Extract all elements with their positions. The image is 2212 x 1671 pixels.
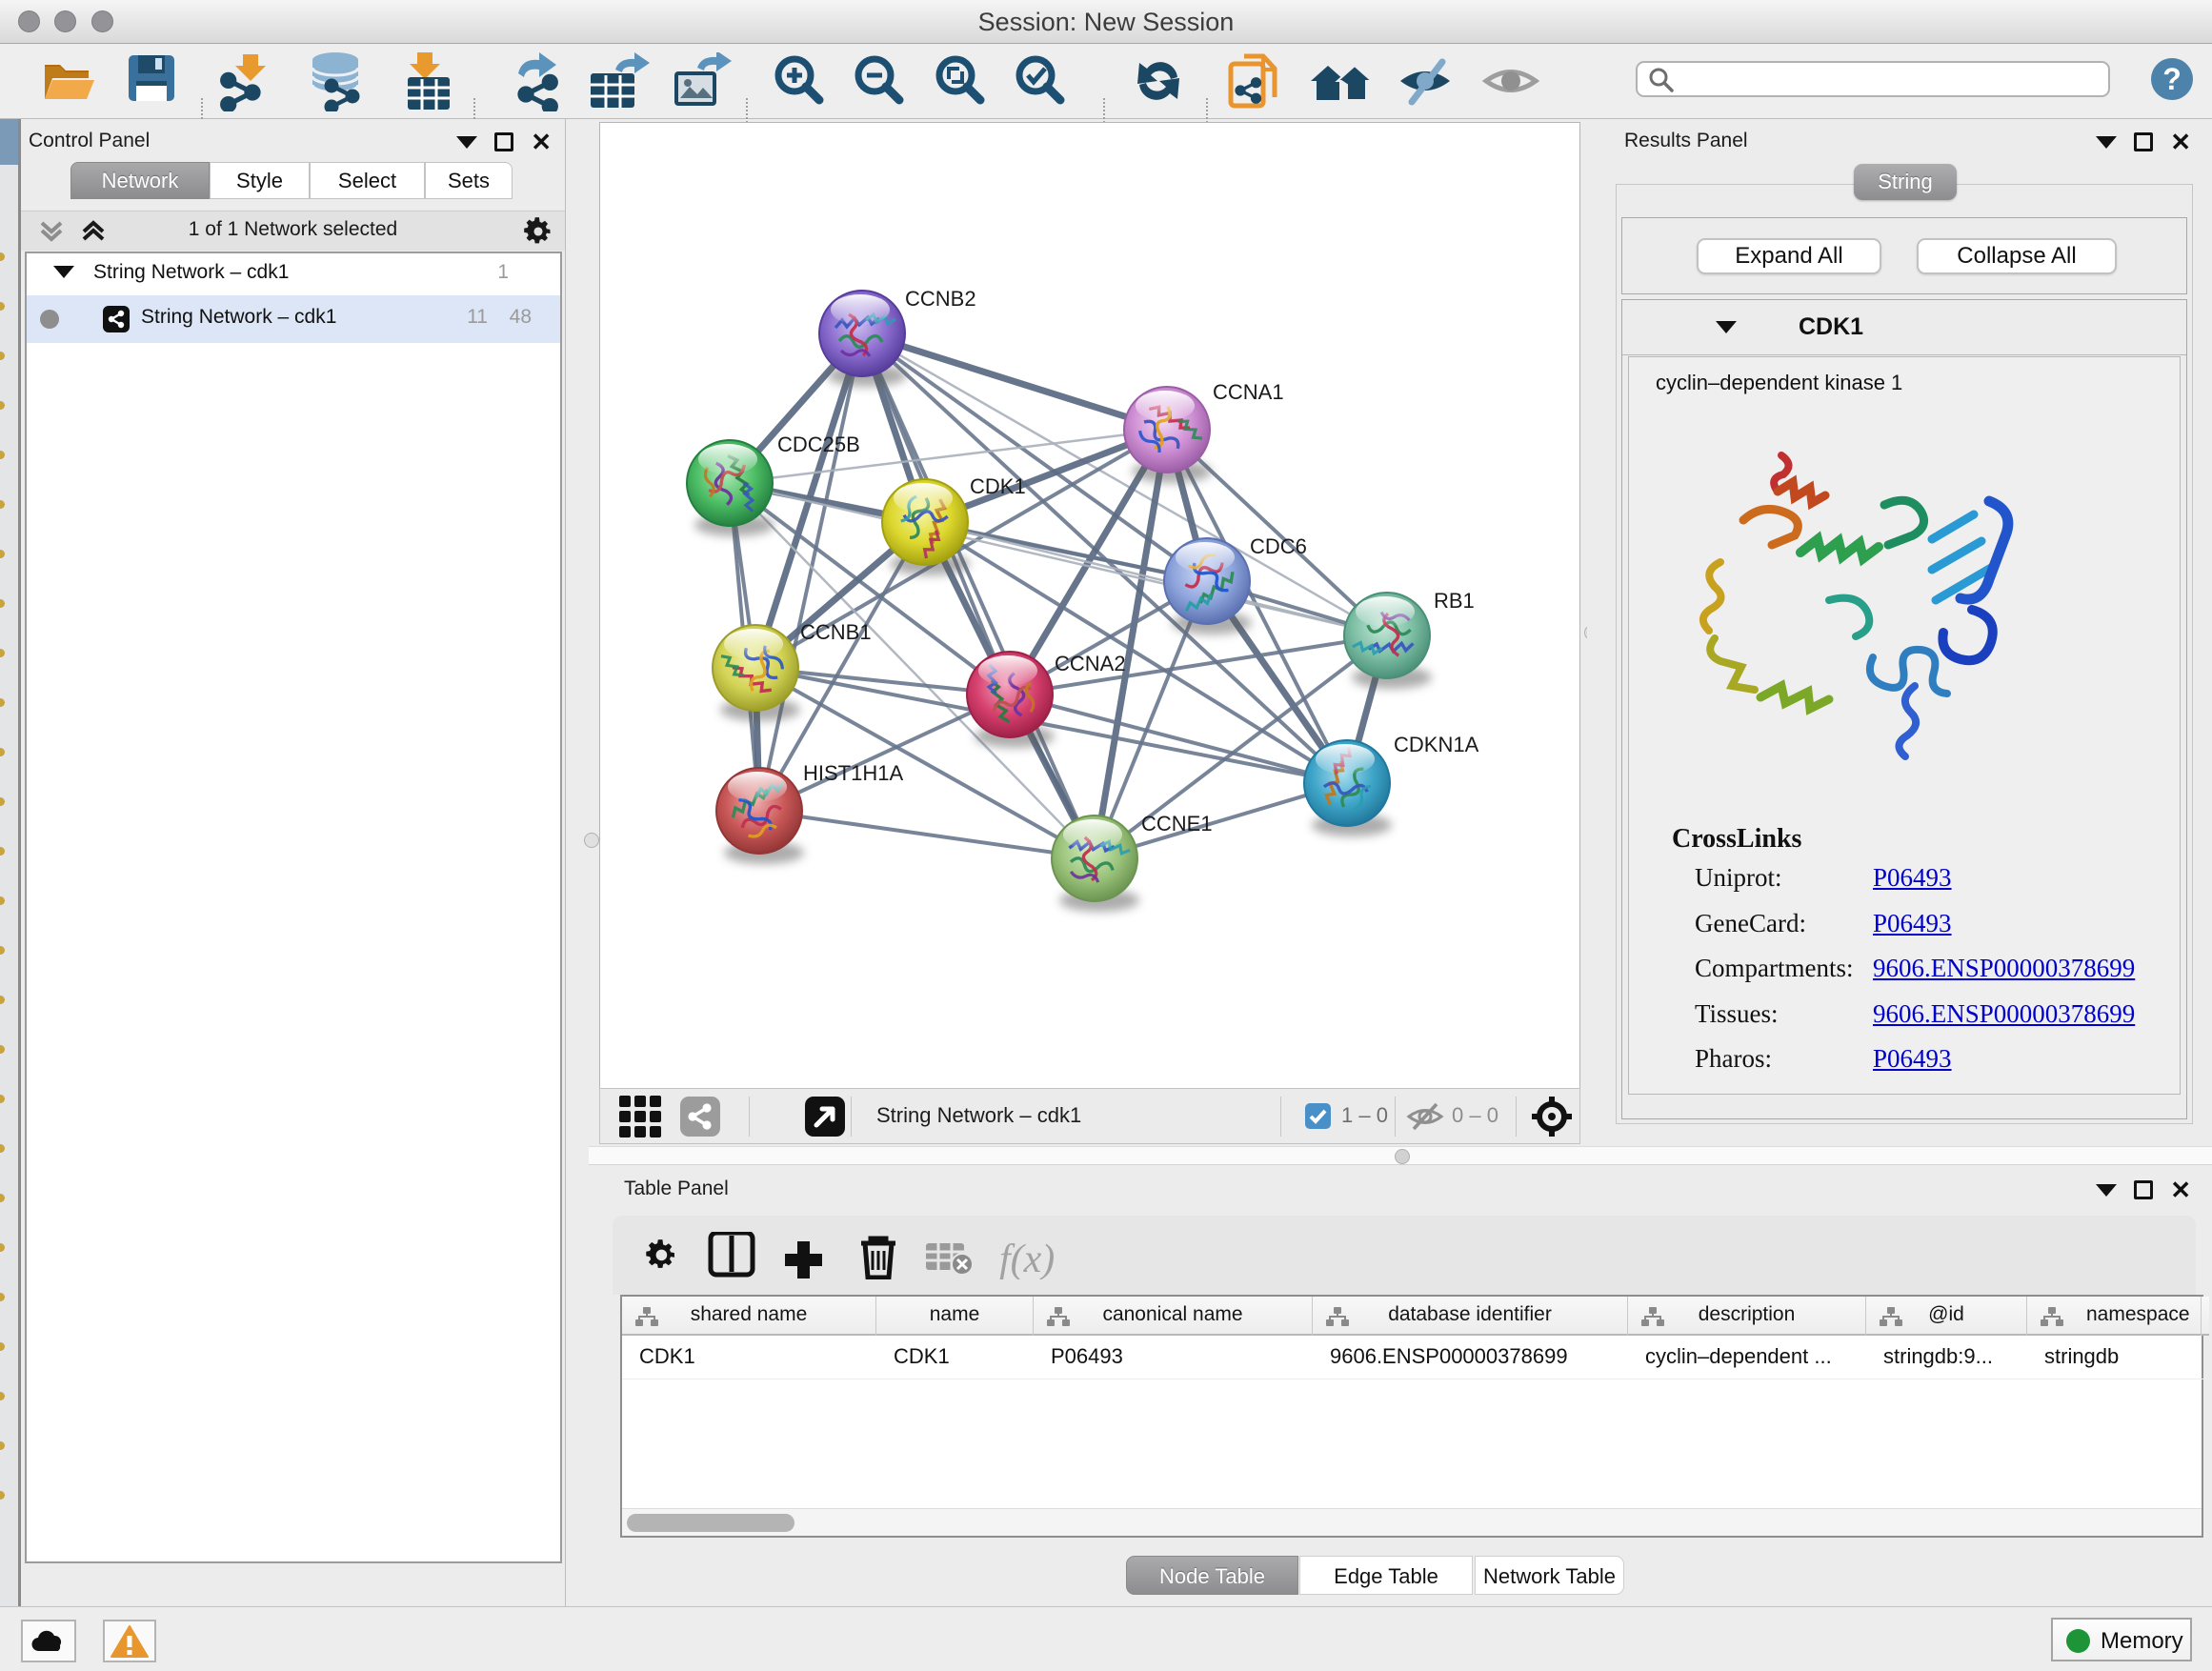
svg-text:CCNB1: CCNB1 <box>800 620 872 644</box>
svg-text:HIST1H1A: HIST1H1A <box>803 761 903 785</box>
svg-text:CCNE1: CCNE1 <box>1141 812 1213 836</box>
svg-text:CDK1: CDK1 <box>970 474 1026 498</box>
svg-text:f(x): f(x) <box>999 1238 1055 1279</box>
svg-text:CDC25B: CDC25B <box>777 433 860 456</box>
svg-text:CCNB2: CCNB2 <box>905 287 976 311</box>
svg-text:CCNA2: CCNA2 <box>1055 652 1126 675</box>
svg-text:CDC6: CDC6 <box>1250 534 1307 558</box>
svg-text:CDKN1A: CDKN1A <box>1394 733 1479 756</box>
svg-text:CCNA1: CCNA1 <box>1213 380 1284 404</box>
svg-text:RB1: RB1 <box>1434 589 1475 613</box>
